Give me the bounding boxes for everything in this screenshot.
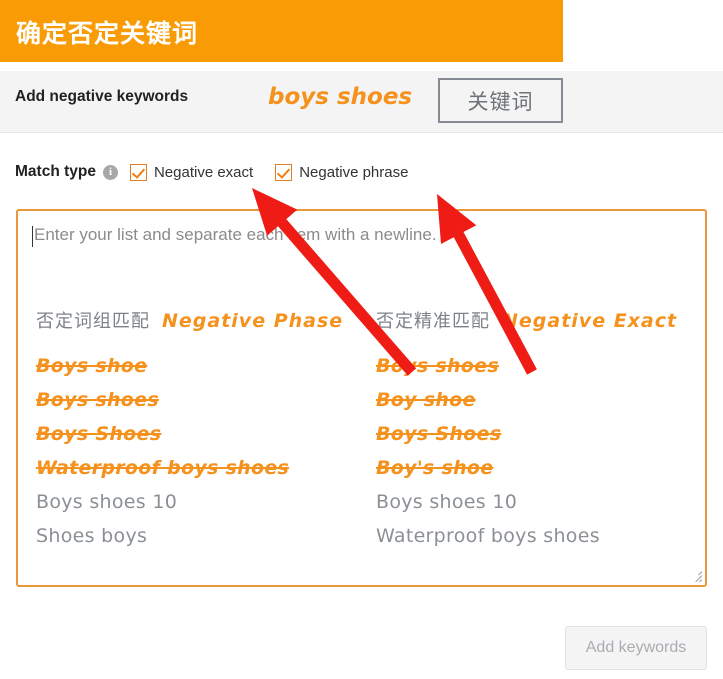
- annotation-heading-en: Negative Exact: [502, 310, 678, 332]
- annotation-list-item: Shoes boys: [36, 525, 148, 547]
- checkbox-negative-exact-box[interactable]: [129, 163, 147, 181]
- checkbox-negative-phrase-box[interactable]: [275, 163, 293, 181]
- page-title: 确定否定关键词: [16, 19, 199, 48]
- keyword-callout-label: 关键词: [467, 89, 534, 114]
- annotation-column-heading: 否定词组匹配 Negative Phase: [36, 307, 343, 333]
- keywords-textarea-placeholder: Enter your list and separate each item w…: [34, 225, 437, 244]
- annotation-column-negative-exact: 否定精准匹配 Negative Exact Boys shoes Boy sho…: [376, 307, 677, 553]
- checkbox-negative-exact[interactable]: Negative exact: [129, 163, 254, 181]
- annotation-list-item: Boys Shoes: [376, 423, 502, 445]
- annotation-list-item: Boys shoes 10: [36, 491, 178, 513]
- annotation-list-item: Boys shoes: [376, 355, 499, 377]
- annotation-list-item: Boys shoes: [36, 389, 159, 411]
- annotation-list-item: Boys shoe: [36, 355, 148, 377]
- checkbox-negative-phrase[interactable]: Negative phrase: [275, 163, 409, 181]
- annotation-boys-shoes: boys shoes: [268, 84, 413, 110]
- annotation-heading-cn: 否定词组匹配: [36, 311, 150, 332]
- add-negative-keywords-label: Add negative keywords: [15, 88, 189, 105]
- annotation-heading-cn: 否定精准匹配: [376, 311, 490, 332]
- match-type-label: Match type: [15, 163, 96, 180]
- text-cursor: [32, 226, 33, 247]
- add-keywords-button[interactable]: Add keywords: [565, 626, 707, 670]
- annotation-heading-en: Negative Phase: [162, 310, 344, 332]
- annotation-list-item: Boys shoes 10: [376, 491, 518, 513]
- match-type-row: Match type i Negative exact Negative phr…: [15, 163, 430, 181]
- info-icon[interactable]: i: [102, 164, 118, 180]
- keyword-callout-box: 关键词: [438, 78, 563, 123]
- annotation-column-heading: 否定精准匹配 Negative Exact: [376, 307, 677, 333]
- checkbox-negative-exact-label: Negative exact: [153, 163, 254, 181]
- keywords-textarea[interactable]: Enter your list and separate each item w…: [16, 209, 707, 587]
- textarea-resize-handle[interactable]: [689, 569, 702, 582]
- annotation-list-item: Boys Shoes: [36, 423, 162, 445]
- annotation-list-item: Waterproof boys shoes: [36, 457, 290, 479]
- annotation-list-item: Waterproof boys shoes: [376, 525, 600, 547]
- annotation-list-item: Boy's shoe: [376, 457, 494, 479]
- checkbox-negative-phrase-label: Negative phrase: [299, 163, 409, 181]
- annotation-column-negative-phrase: 否定词组匹配 Negative Phase Boys shoe Boys sho…: [36, 307, 343, 553]
- annotation-list-item: Boy shoe: [376, 389, 476, 411]
